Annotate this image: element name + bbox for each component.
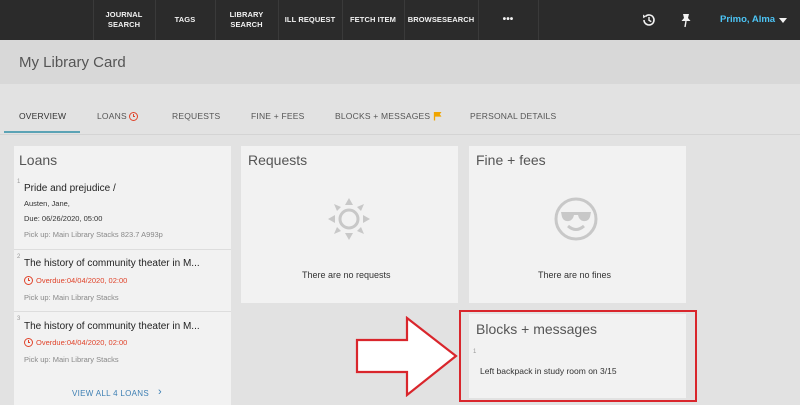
loan-number: 3 [17, 316, 21, 322]
requests-card-title[interactable]: Requests [248, 152, 307, 168]
tab-divider [0, 134, 800, 135]
nav-label: TAGS [174, 15, 196, 24]
tab-label: LOANS [97, 111, 127, 121]
loan-author: Austen, Jane, [24, 199, 70, 208]
pin-icon[interactable] [676, 10, 696, 30]
nav-label: ILL REQUEST [284, 15, 336, 24]
more-dots-icon: ••• [502, 14, 514, 25]
overdue-clock-icon [24, 276, 33, 285]
page-title: My Library Card [19, 54, 126, 71]
nav-label: FETCH ITEM [350, 15, 396, 24]
loan-pickup: Pick up: Main Library Stacks 823.7 A993p [24, 230, 163, 239]
requests-empty-text: There are no requests [302, 270, 391, 280]
fines-card-title[interactable]: Fine + fees [476, 152, 546, 168]
nav-tags[interactable]: TAGS [155, 0, 215, 40]
tab-label: BLOCKS + MESSAGES [335, 111, 431, 121]
tab-requests[interactable]: REQUESTS [172, 111, 220, 121]
nav-label: JOURNAL [105, 10, 143, 19]
loan-overdue: Overdue:04/04/2020, 02:00 [24, 276, 127, 285]
nav-journal-search[interactable]: JOURNAL SEARCH [93, 0, 155, 40]
nav-label: BROWSESEARCH [407, 15, 475, 24]
nav-label: SEARCH [230, 20, 263, 29]
nav-label: SEARCH [107, 20, 141, 29]
view-all-loans-link[interactable]: VIEW ALL 4 LOANS [72, 389, 149, 398]
user-menu[interactable]: Primo, Alma [720, 14, 775, 25]
tab-fine-fees[interactable]: FINE + FEES [251, 111, 304, 121]
logo-area [0, 0, 93, 40]
chevron-right-icon[interactable]: › [158, 386, 162, 398]
nav-ill-request[interactable]: ILL REQUEST [278, 0, 342, 40]
active-tab-indicator [4, 131, 80, 133]
loan-title[interactable]: Pride and prejudice / [24, 183, 116, 194]
tab-loans[interactable]: LOANS [97, 111, 138, 121]
overdue-text: Overdue:04/04/2020, 02:00 [36, 338, 128, 347]
flag-icon [434, 112, 442, 121]
nav-library-search[interactable]: LIBRARY SEARCH [215, 0, 278, 40]
loan-title[interactable]: The history of community theater in M... [24, 321, 200, 332]
nav-more-button[interactable]: ••• [478, 0, 538, 40]
nav-fetch-item[interactable]: FETCH ITEM [342, 0, 404, 40]
loans-card-title[interactable]: Loans [19, 152, 57, 168]
tab-personal-details[interactable]: PERSONAL DETAILS [470, 111, 556, 121]
tab-overview[interactable]: OVERVIEW [19, 111, 66, 121]
loan-due: Due: 06/26/2020, 05:00 [24, 214, 103, 223]
sun-empty-state-icon [328, 198, 370, 240]
nav-separator [538, 0, 539, 40]
sunglasses-smiley-icon [554, 197, 598, 241]
loan-title[interactable]: The history of community theater in M... [24, 258, 200, 269]
tab-blocks-messages[interactable]: BLOCKS + MESSAGES [335, 111, 443, 121]
overdue-clock-icon [24, 338, 33, 347]
annotation-arrow-icon [355, 316, 458, 397]
nav-browse-search[interactable]: BROWSESEARCH [404, 0, 478, 40]
loan-pickup: Pick up: Main Library Stacks [24, 355, 119, 364]
loan-pickup: Pick up: Main Library Stacks [24, 293, 119, 302]
highlight-box [459, 310, 697, 402]
loan-overdue: Overdue:04/04/2020, 02:00 [24, 338, 127, 347]
loan-number: 1 [17, 179, 21, 185]
loan-number: 2 [17, 254, 21, 260]
nav-label: LIBRARY [229, 10, 264, 19]
chevron-down-icon[interactable] [779, 18, 787, 23]
overdue-text: Overdue:04/04/2020, 02:00 [36, 276, 128, 285]
history-icon[interactable] [639, 10, 659, 30]
overdue-clock-icon [128, 111, 138, 121]
fines-empty-text: There are no fines [538, 270, 612, 280]
